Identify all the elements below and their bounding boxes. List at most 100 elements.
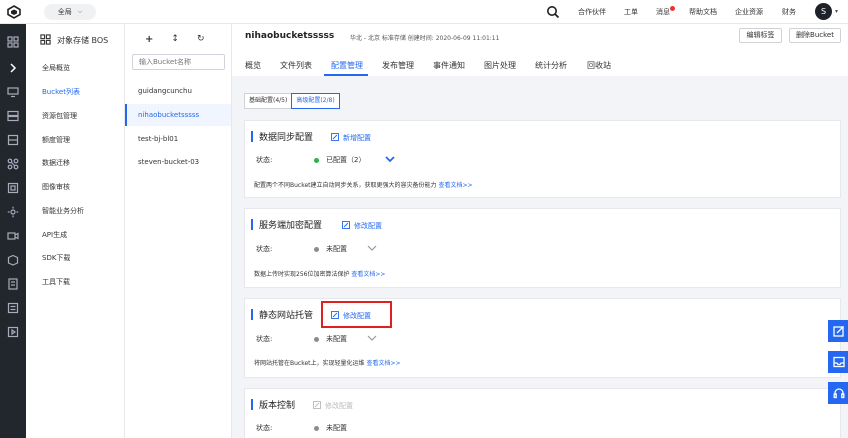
tab-recycle[interactable]: 回收站 bbox=[587, 60, 611, 71]
bucket-item[interactable]: guidangcunchu bbox=[125, 80, 231, 102]
highlight-box bbox=[321, 301, 392, 328]
status-row: 状态: 未配置 bbox=[256, 334, 377, 344]
status-dot-unconfigured bbox=[314, 336, 319, 342]
bucket-item-selected[interactable]: nihaobucketsssss bbox=[125, 104, 231, 126]
tab-file-list[interactable]: 文件列表 bbox=[280, 60, 312, 71]
card-heading: 版本控制 bbox=[251, 398, 295, 411]
encryption-config-card: 服务端加密配置 修改配置 状态: 未配置 数据上传时实现256位加密算法保护 查… bbox=[244, 208, 841, 288]
settings-icon[interactable] bbox=[7, 206, 19, 218]
chevron-down-icon[interactable] bbox=[385, 155, 396, 165]
play-icon[interactable] bbox=[7, 326, 19, 338]
refresh-icon[interactable]: ↻ bbox=[197, 34, 205, 45]
action-label: 修改配置 bbox=[354, 222, 382, 230]
video-icon[interactable] bbox=[7, 230, 19, 242]
grid-icon[interactable] bbox=[7, 36, 19, 48]
nav-enterprise[interactable]: 企业资源 bbox=[735, 0, 763, 24]
product-sidebar: 对象存储 BOS 全局概览 Bucket列表 资源包管理 额度管理 数据迁移 图… bbox=[26, 24, 125, 438]
card-description: 配置两个不同Bucket建立自动同步关系，获取更强大的容灾备份能力 查看文档>> bbox=[254, 180, 473, 189]
nav-help-docs[interactable]: 帮助文档 bbox=[689, 0, 717, 24]
list-icon[interactable] bbox=[7, 302, 19, 314]
cloud-logo-icon[interactable] bbox=[4, 2, 24, 22]
sidebar-item-sdk[interactable]: SDK下载 bbox=[42, 251, 70, 265]
status-row: 状态: 未配置 bbox=[256, 244, 377, 254]
feedback-edit-icon[interactable] bbox=[828, 320, 848, 342]
search-icon[interactable] bbox=[546, 5, 560, 19]
card-title: 静态网站托管 bbox=[259, 311, 314, 321]
view-docs-link[interactable]: 查看文档>> bbox=[366, 360, 400, 367]
server-icon[interactable] bbox=[7, 110, 19, 122]
edit-icon bbox=[342, 221, 350, 231]
sidebar-item-migration[interactable]: 数据迁移 bbox=[42, 156, 70, 170]
bucket-search-input[interactable] bbox=[132, 54, 225, 70]
database-icon[interactable] bbox=[7, 182, 19, 194]
subtab-advanced[interactable]: 高级配置(2/8) bbox=[291, 93, 340, 109]
accent-bar bbox=[251, 399, 253, 410]
top-bar: 全局 ⌵ 合作伙伴 工单 消息 帮助文档 企业资源 财务 S ▾ bbox=[0, 0, 848, 24]
card-title: 数据同步配置 bbox=[259, 133, 314, 143]
nav-messages[interactable]: 消息 bbox=[656, 0, 670, 24]
accent-bar bbox=[251, 219, 253, 230]
status-dot-unconfigured bbox=[314, 425, 319, 431]
edit-config-link-disabled: 修改配置 bbox=[313, 401, 353, 411]
expand-arrow-icon[interactable] bbox=[7, 62, 19, 74]
status-label: 状态: bbox=[256, 245, 273, 253]
status-value: 已配置（2） bbox=[326, 156, 366, 164]
sidebar-item-quota[interactable]: 额度管理 bbox=[42, 133, 70, 147]
status-label: 状态: bbox=[256, 335, 273, 343]
status-value: 未配置 bbox=[326, 424, 347, 432]
action-label: 新增配置 bbox=[343, 134, 371, 142]
storage-icon[interactable] bbox=[7, 134, 19, 146]
edit-tag-button[interactable]: 编辑标签 bbox=[739, 28, 782, 43]
tab-events[interactable]: 事件通知 bbox=[433, 60, 465, 71]
accent-bar bbox=[251, 131, 253, 142]
bucket-item[interactable]: steven-bucket-03 bbox=[125, 151, 231, 173]
region-selector[interactable]: 全局 ⌵ bbox=[44, 4, 96, 20]
subtab-basic[interactable]: 基础配置(4/5) bbox=[244, 93, 293, 109]
card-heading: 数据同步配置 bbox=[251, 130, 313, 143]
nav-partners[interactable]: 合作伙伴 bbox=[578, 0, 606, 24]
document-icon[interactable] bbox=[7, 278, 19, 290]
tab-overview[interactable]: 概览 bbox=[245, 60, 261, 71]
unread-badge bbox=[670, 6, 675, 11]
headset-support-icon[interactable] bbox=[828, 382, 848, 404]
sidebar-item-tools[interactable]: 工具下载 bbox=[42, 275, 70, 289]
sidebar-item-api[interactable]: API生成 bbox=[42, 228, 67, 242]
sidebar-header: 对象存储 BOS bbox=[40, 34, 108, 47]
sidebar-item-image-review[interactable]: 图像审核 bbox=[42, 180, 70, 194]
add-config-link[interactable]: 新增配置 bbox=[331, 133, 371, 143]
view-docs-link[interactable]: 查看文档>> bbox=[351, 271, 385, 278]
tab-image[interactable]: 图片处理 bbox=[484, 60, 516, 71]
sidebar-item-bucket-list[interactable]: Bucket列表 bbox=[42, 85, 80, 99]
edit-icon bbox=[313, 401, 321, 411]
status-row: 状态: 已配置（2） bbox=[256, 155, 396, 165]
user-avatar[interactable]: S bbox=[815, 3, 832, 20]
box-icon[interactable] bbox=[7, 254, 19, 266]
status-value: 未配置 bbox=[326, 245, 347, 253]
bucket-grid-icon bbox=[40, 34, 51, 47]
tab-config[interactable]: 配置管理 bbox=[331, 60, 363, 71]
caret-down-icon[interactable]: ▾ bbox=[835, 8, 838, 15]
edit-config-link[interactable]: 修改配置 bbox=[342, 221, 382, 231]
bucket-item[interactable]: test-bj-bl01 bbox=[125, 128, 231, 150]
sidebar-item-resource-packages[interactable]: 资源包管理 bbox=[42, 109, 77, 123]
tab-publish[interactable]: 发布管理 bbox=[382, 60, 414, 71]
nav-finance[interactable]: 财务 bbox=[782, 0, 796, 24]
chevron-down-icon: ⌵ bbox=[77, 8, 83, 15]
sidebar-item-analysis[interactable]: 智能业务分析 bbox=[42, 204, 84, 218]
monitor-icon[interactable] bbox=[7, 86, 19, 98]
tab-stats[interactable]: 统计分析 bbox=[535, 60, 567, 71]
sort-icon[interactable]: ↕ bbox=[171, 34, 179, 45]
inbox-icon[interactable] bbox=[828, 351, 848, 373]
add-icon[interactable]: + bbox=[145, 34, 153, 45]
delete-bucket-button[interactable]: 删除Bucket bbox=[789, 28, 841, 43]
action-label: 修改配置 bbox=[325, 402, 353, 410]
accent-bar bbox=[251, 309, 253, 320]
bucket-meta: 华北 - 北京 标准存储 创建时间: 2020-06-09 11:01:11 bbox=[350, 35, 500, 42]
view-docs-link[interactable]: 查看文档>> bbox=[438, 182, 472, 189]
sidebar-item-overview[interactable]: 全局概览 bbox=[42, 61, 70, 75]
network-icon[interactable] bbox=[7, 158, 19, 170]
chevron-down-icon[interactable] bbox=[367, 245, 377, 254]
status-dot-configured bbox=[314, 157, 319, 163]
chevron-down-icon[interactable] bbox=[367, 335, 377, 344]
nav-tickets[interactable]: 工单 bbox=[624, 0, 638, 24]
